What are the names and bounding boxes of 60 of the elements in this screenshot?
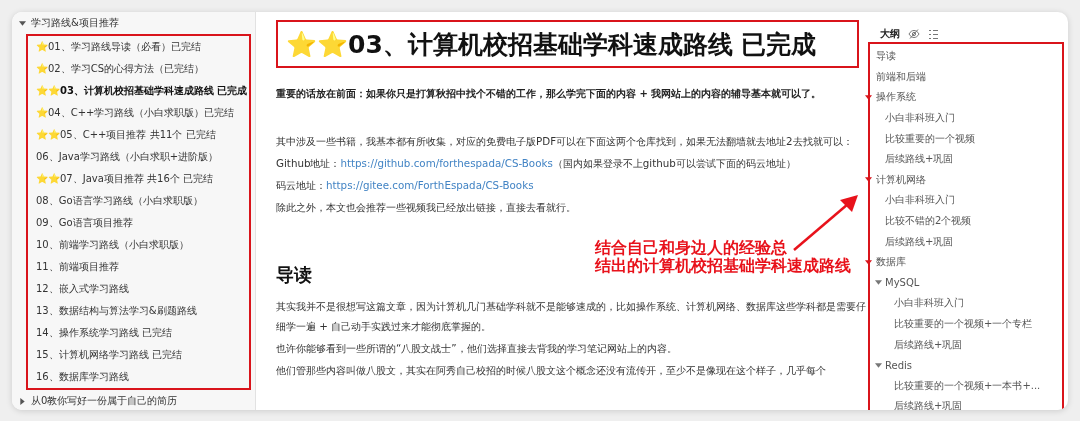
annotation-text: 结出的计算机校招基础学科速成路线: [595, 257, 851, 275]
outline-item[interactable]: 后续路线+巩固: [894, 399, 963, 410]
sidebar-item[interactable]: 15、计算机网络学习路线 已完结: [36, 348, 182, 362]
outline-item[interactable]: 比较不错的2个视频: [885, 214, 972, 229]
link-paragraph: 码云地址：https://gitee.com/ForthEspada/CS-Books: [276, 178, 534, 193]
list-icon[interactable]: [928, 28, 939, 40]
sidebar-folder[interactable]: 从0教你写好一份属于自己的简历: [31, 394, 178, 408]
outline-item[interactable]: 后续路线+巩固: [885, 234, 954, 249]
paragraph: 也许你能够看到一些所谓的“八股文战士”，他们选择直接去背我的学习笔记网站上的内容。: [276, 341, 677, 356]
outline-item[interactable]: 导读: [876, 49, 896, 64]
sidebar-item[interactable]: ⭐01、学习路线导读（必看）已完结: [36, 40, 201, 54]
sidebar-folder[interactable]: 学习路线&项目推荐: [31, 16, 119, 30]
outline-item[interactable]: 比较重要的一个视频: [885, 131, 975, 146]
outline-title: 大纲: [880, 27, 900, 41]
caret-down-icon[interactable]: [18, 19, 26, 27]
sidebar-item[interactable]: 08、Go语言学习路线（小白求职版）: [36, 194, 203, 208]
caret-down-icon[interactable]: [875, 279, 882, 287]
sidebar-item[interactable]: 10、前端学习路线（小白求职版）: [36, 238, 189, 252]
lead-paragraph: 重要的话放在前面：如果你只是打算秋招中找个不错的工作，那么学完下面的内容 + 我网站上的内容的辅导基本就可以了。: [276, 87, 822, 101]
outline-item[interactable]: MySQL: [885, 277, 920, 289]
paragraph: 其实我并不是很想写这篇文章，因为计算机几门基础学科就不是能够速成的，比如操作系统、计算机网络、数据库这些学科都是需要仔细学一遍 + 自己动手实践过来才能彻底掌握的。: [276, 299, 867, 334]
sidebar-item[interactable]: ⭐04、C++学习路线（小白求职版）已完结: [36, 106, 235, 120]
sidebar-item[interactable]: 06、Java学习路线（小白求职+进阶版）: [36, 150, 219, 164]
outline-item[interactable]: 操作系统: [876, 90, 916, 105]
outline-item[interactable]: 数据库: [876, 255, 906, 270]
sidebar-item[interactable]: 09、Go语言项目推荐: [36, 216, 133, 230]
repo-link[interactable]: https://github.com/forthespada/CS-Books: [340, 157, 553, 169]
paragraph: 他们管那些内容叫做八股文，其实在阿秀自己校招的时候八股文这个概念还没有流传开，至少不是像现在这个样子，几乎每个: [276, 363, 826, 378]
outline-item[interactable]: 小白非科班入门: [885, 111, 955, 126]
outline-item[interactable]: 计算机网络: [876, 172, 926, 187]
annotation-text: 结合自己和身边人的经验总: [595, 239, 788, 257]
sidebar-item[interactable]: 13、数据结构与算法学习&刷题路线: [36, 304, 197, 318]
sidebar-item[interactable]: 12、嵌入式学习路线: [36, 282, 129, 296]
sidebar-item[interactable]: 16、数据库学习路线: [36, 370, 129, 384]
sidebar-item[interactable]: ⭐⭐05、C++项目推荐 共11个 已完结: [36, 128, 216, 142]
link-paragraph: Github地址：https://github.com/forthespada/CS-Books（国内如果登录不上github可以尝试下面的码云地址）: [276, 156, 796, 171]
hidden-eye-icon[interactable]: [908, 28, 920, 40]
sidebar-item[interactable]: ⭐⭐03、计算机校招基础学科速成路线 已完成: [36, 84, 248, 98]
repo-link[interactable]: https://gitee.com/ForthEspada/CS-Books: [326, 179, 534, 191]
caret-right-icon[interactable]: [18, 397, 26, 405]
paragraph: 其中涉及一些书籍，我基本都有所收集，对应的免费电子版PDF可以在下面这两个仓库找到，如果无法翻墙就去地址2去找就可以：: [276, 134, 853, 149]
caret-down-icon[interactable]: [865, 94, 872, 101]
outline-item[interactable]: 前端和后端: [876, 69, 926, 84]
outline-item[interactable]: 比较重要的一个视频+一个专栏: [894, 317, 1033, 331]
outline-item[interactable]: Redis: [885, 359, 912, 371]
outline-item[interactable]: 小白非科班入门: [885, 193, 955, 208]
sidebar-item[interactable]: ⭐⭐07、Java项目推荐 共16个 已完结: [36, 172, 213, 186]
sidebar-item[interactable]: 14、操作系统学习路线 已完结: [36, 326, 172, 340]
outline-item[interactable]: 小白非科班入门: [894, 296, 964, 311]
sidebar-item[interactable]: 11、前端项目推荐: [36, 260, 119, 274]
sidebar-item[interactable]: ⭐02、学习CS的心得方法（已完结）: [36, 62, 205, 76]
document-title: ⭐⭐03、计算机校招基础学科速成路线 已完成: [286, 28, 817, 61]
caret-down-icon[interactable]: [865, 258, 872, 266]
caret-down-icon[interactable]: [875, 361, 882, 369]
outline-item[interactable]: 后续路线+巩固: [885, 152, 954, 167]
outline-item[interactable]: 后续路线+巩固: [894, 337, 963, 352]
outline-item[interactable]: 比较重要的一个视频+一本书+...: [894, 378, 1041, 393]
section-heading: 导读: [276, 264, 312, 286]
caret-down-icon[interactable]: [865, 176, 872, 184]
paragraph: 除此之外，本文也会推荐一些视频我已经放出链接，直接去看就行。: [276, 200, 576, 215]
